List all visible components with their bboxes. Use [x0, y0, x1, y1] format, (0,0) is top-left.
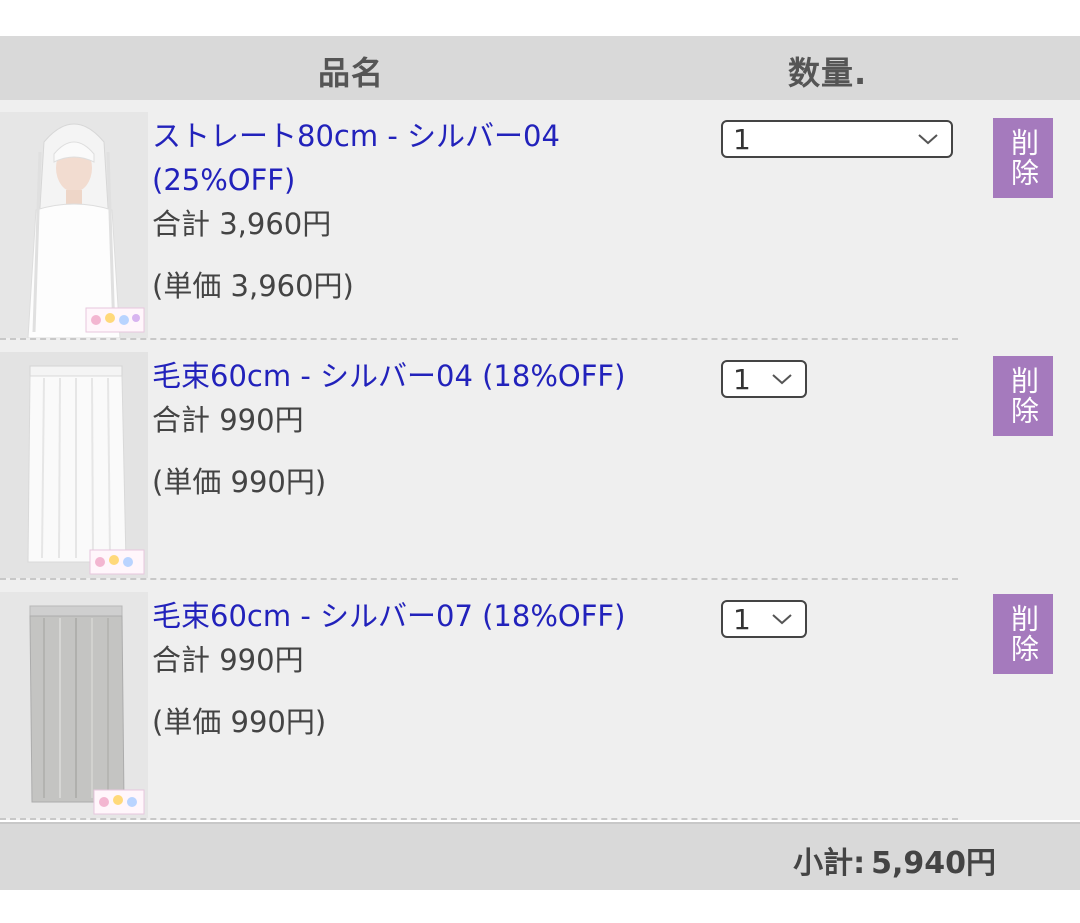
product-image-wig[interactable] — [0, 112, 148, 338]
row-divider — [0, 818, 958, 820]
product-link[interactable]: 毛束60cm - シルバー07 (18%OFF) — [152, 594, 692, 638]
cart-table-header: 品名 数量. — [0, 36, 1080, 100]
quantity-value: 1 — [733, 363, 751, 396]
chevron-down-icon — [772, 614, 792, 625]
cart-item-row: 毛束60cm - シルバー07 (18%OFF) 合計 990円 (単価 990… — [0, 580, 1080, 820]
quantity-value: 1 — [733, 603, 751, 636]
delete-button[interactable]: 削除 — [993, 594, 1053, 674]
chevron-down-icon — [918, 134, 938, 145]
unit-price: (単価 990円) — [152, 465, 327, 499]
line-total: 合計 3,960円 — [152, 207, 332, 241]
cart-item-row: ストレート80cm - シルバー04 (25%OFF) 合計 3,960円 (単… — [0, 100, 1080, 340]
line-total: 合計 990円 — [152, 643, 304, 677]
cart-page: 品名 数量. ストレート80cm - シルバー04 (25%OFF) 合計 3,… — [0, 0, 1080, 923]
quantity-select[interactable]: 1 — [721, 360, 807, 398]
product-info: ストレート80cm - シルバー04 (25%OFF) 合計 3,960円 (単… — [152, 114, 692, 308]
cart-footer: 小計: 5,940円 — [0, 822, 1080, 890]
cart-item-row: 毛束60cm - シルバー04 (18%OFF) 合計 990円 (単価 990… — [0, 340, 1080, 580]
subtotal-label: 小計: — [793, 846, 866, 881]
product-link[interactable]: ストレート80cm - シルバー04 (25%OFF) — [152, 114, 692, 202]
delete-button[interactable]: 削除 — [993, 118, 1053, 198]
quantity-select[interactable]: 1 — [721, 120, 953, 158]
product-image-extension-white[interactable] — [0, 352, 148, 578]
quantity-value: 1 — [733, 123, 751, 156]
product-link[interactable]: 毛束60cm - シルバー04 (18%OFF) — [152, 354, 692, 398]
line-total: 合計 990円 — [152, 403, 304, 437]
delete-button[interactable]: 削除 — [993, 356, 1053, 436]
unit-price: (単価 990円) — [152, 705, 327, 739]
quantity-select[interactable]: 1 — [721, 600, 807, 638]
quantity-column-header: 数量. — [788, 54, 868, 92]
product-image-extension-gray[interactable] — [0, 592, 148, 818]
chevron-down-icon — [772, 374, 792, 385]
product-info: 毛束60cm - シルバー07 (18%OFF) 合計 990円 (単価 990… — [152, 594, 692, 744]
product-info: 毛束60cm - シルバー04 (18%OFF) 合計 990円 (単価 990… — [152, 354, 692, 504]
unit-price: (単価 3,960円) — [152, 269, 354, 303]
subtotal: 小計: 5,940円 — [793, 838, 996, 882]
product-name-column-header: 品名 — [318, 54, 385, 92]
subtotal-value: 5,940円 — [871, 846, 996, 881]
